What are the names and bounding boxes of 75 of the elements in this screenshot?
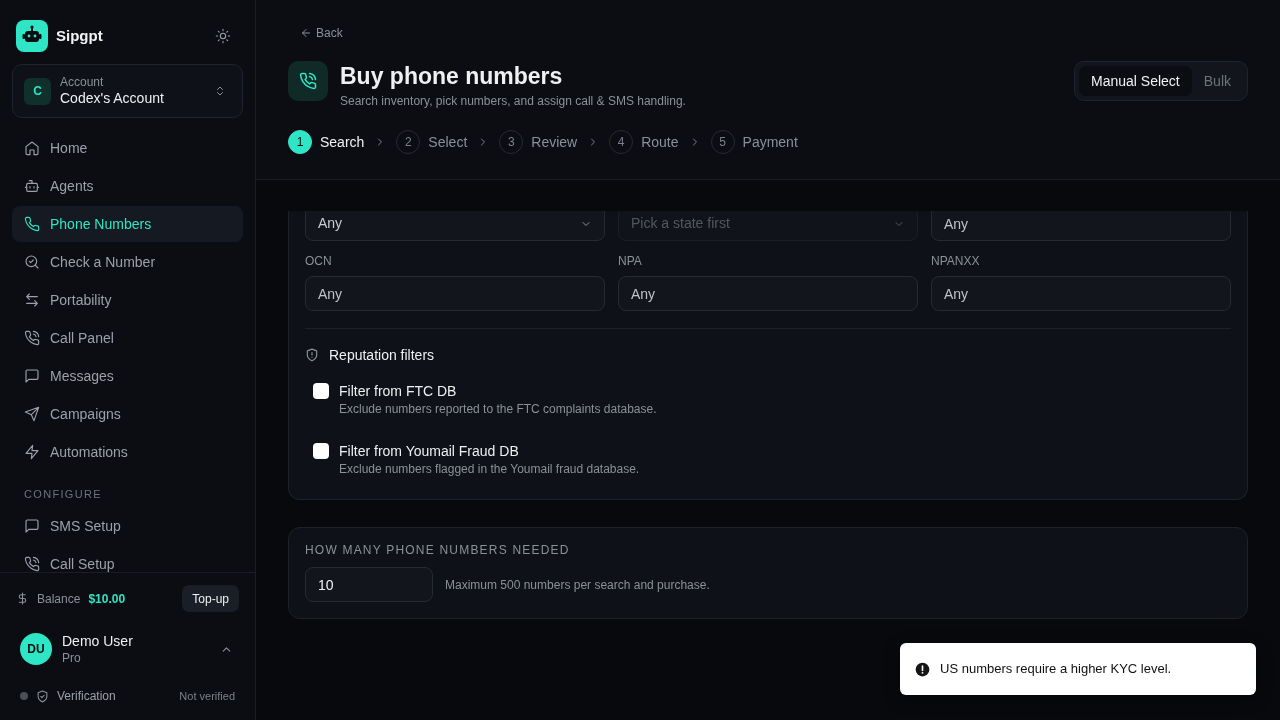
mode-tab[interactable]: Manual Select xyxy=(1079,66,1192,96)
balance-label: Balance xyxy=(37,590,81,608)
chevrons-up-down-icon xyxy=(214,85,226,97)
step-label[interactable]: Select xyxy=(428,131,468,153)
sidebar-nav-item[interactable]: Messages xyxy=(12,358,243,394)
page-subtitle: Search inventory, pick numbers, and assign call & SMS handling. xyxy=(340,93,686,109)
toast-message: US numbers require a higher KYC level. xyxy=(940,660,1172,679)
sidebar-nav-item[interactable]: Campaigns xyxy=(12,396,243,432)
account-switcher[interactable]: C Account Codex's Account xyxy=(12,64,243,118)
chat-bubble-icon xyxy=(24,368,40,384)
arrows-icon xyxy=(24,292,40,308)
step-number[interactable]: 1 xyxy=(288,130,312,154)
step-label[interactable]: Review xyxy=(531,131,578,153)
step-label[interactable]: Payment xyxy=(742,131,798,153)
user-avatar: DU xyxy=(20,633,52,665)
checkbox[interactable] xyxy=(313,443,329,459)
sun-icon[interactable] xyxy=(215,28,231,44)
step-label[interactable]: Search xyxy=(320,131,365,153)
robot-logo-icon xyxy=(16,20,48,52)
shield-check-icon xyxy=(36,689,49,703)
sidebar-nav-item[interactable]: Call Panel xyxy=(12,320,243,356)
sidebar-nav-item[interactable]: Agents xyxy=(12,168,243,204)
input-field[interactable]: Any xyxy=(931,276,1231,311)
paper-plane-icon xyxy=(24,406,40,422)
sidebar-nav-item[interactable]: Home xyxy=(12,130,243,166)
shield-alert-icon xyxy=(305,348,319,362)
checkbox[interactable] xyxy=(313,383,329,399)
brand-name: Sipgpt xyxy=(56,25,104,46)
account-label: Account xyxy=(60,75,105,89)
alert-icon xyxy=(915,661,930,677)
home-icon xyxy=(24,140,40,156)
input-field[interactable]: Any xyxy=(931,211,1231,241)
field-label: NPA xyxy=(618,254,643,268)
chat-bubble-icon xyxy=(24,518,40,534)
sidebar-nav-item[interactable]: Phone Numbers xyxy=(12,206,243,242)
section-label: CONFIGURE xyxy=(23,487,103,502)
arrow-left-icon xyxy=(300,27,312,39)
sidebar-nav-item[interactable]: Call Setup xyxy=(12,546,243,572)
account-avatar: C xyxy=(24,77,51,105)
section-title: Reputation filters xyxy=(329,345,435,365)
sidebar-nav-item[interactable]: Automations xyxy=(12,434,243,470)
balance-amount: $10.00 xyxy=(88,590,127,608)
option-description: Exclude numbers reported to the FTC complaints database. xyxy=(339,401,657,417)
phone-icon xyxy=(24,216,40,232)
account-name: Codex's Account xyxy=(60,89,165,107)
quantity-input[interactable]: 10 xyxy=(305,567,433,602)
input-field[interactable]: Any xyxy=(618,276,918,311)
input-field[interactable]: Any xyxy=(305,276,605,311)
mode-tab[interactable]: Bulk xyxy=(1191,66,1243,96)
back-link[interactable]: Back xyxy=(288,24,349,42)
field-label: OCN xyxy=(305,254,333,268)
select-field[interactable]: Any xyxy=(305,211,605,241)
phone-call-icon xyxy=(24,330,40,346)
page-title: Buy phone numbers xyxy=(340,62,564,90)
sidebar-nav-item[interactable]: SMS Setup xyxy=(12,508,243,544)
top-up-button[interactable]: Top-up xyxy=(182,585,239,612)
sidebar-nav-item[interactable]: Check a Number xyxy=(12,244,243,280)
sidebar-nav-item[interactable]: Portability xyxy=(12,282,243,318)
phone-call-icon xyxy=(288,61,328,101)
field-label: NPANXX xyxy=(931,254,981,268)
verification-status: Not verified xyxy=(179,688,236,704)
quantity-hint: Maximum 500 numbers per search and purchase. xyxy=(445,576,710,594)
option-description: Exclude numbers flagged in the Youmail fraud database. xyxy=(339,461,640,477)
user-plan: Pro xyxy=(62,650,82,666)
robot-icon xyxy=(24,178,40,194)
search-check-icon xyxy=(24,254,40,270)
phone-call-icon xyxy=(24,556,40,572)
verification-label: Verification xyxy=(57,688,117,705)
lightning-icon xyxy=(24,444,40,460)
option-title: Filter from Youmail Fraud DB xyxy=(339,442,520,461)
user-name: Demo User xyxy=(62,632,134,650)
option-title: Filter from FTC DB xyxy=(339,382,458,401)
quantity-label: HOW MANY PHONE NUMBERS NEEDED xyxy=(305,543,571,557)
step-label[interactable]: Route xyxy=(641,131,679,153)
dollar-icon xyxy=(16,592,29,605)
